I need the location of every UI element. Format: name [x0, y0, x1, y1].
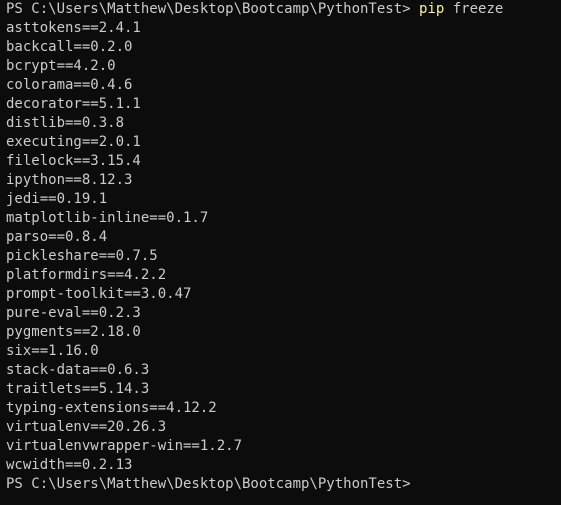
output-line: wcwidth==0.2.13 [6, 457, 133, 473]
output-line: six==1.16.0 [6, 343, 99, 359]
final-prompt-line[interactable]: PS C:\Users\Matthew\Desktop\Bootcamp\Pyt… [6, 475, 561, 494]
output-line: pygments==2.18.0 [6, 324, 141, 340]
output-line: filelock==3.15.4 [6, 153, 141, 169]
output-line: traitlets==5.14.3 [6, 381, 150, 397]
command-output: asttokens==2.4.1 backcall==0.2.0 bcrypt==4… [6, 19, 561, 475]
output-line: prompt-toolkit==3.0.47 [6, 286, 192, 302]
output-line: decorator==5.1.1 [6, 96, 141, 112]
output-line: virtualenvwrapper-win==1.2.7 [6, 438, 243, 454]
output-line: pickleshare==0.7.5 [6, 248, 158, 264]
command-name: pip [419, 1, 445, 17]
text-cursor [411, 475, 419, 490]
output-line: bcrypt==4.2.0 [6, 58, 116, 74]
output-line: parso==0.8.4 [6, 229, 108, 245]
output-line: platformdirs==4.2.2 [6, 267, 167, 283]
output-line: ipython==8.12.3 [6, 172, 133, 188]
command-args: freeze [444, 1, 504, 17]
final-prompt-text: PS C:\Users\Matthew\Desktop\Bootcamp\Pyt… [6, 476, 411, 492]
output-line: backcall==0.2.0 [6, 39, 133, 55]
output-line: typing-extensions==4.12.2 [6, 400, 217, 416]
command-line: PS C:\Users\Matthew\Desktop\Bootcamp\Pyt… [6, 0, 561, 19]
output-line: executing==2.0.1 [6, 134, 141, 150]
output-line: pure-eval==0.2.3 [6, 305, 141, 321]
output-line: distlib==0.3.8 [6, 115, 125, 131]
output-line: asttokens==2.4.1 [6, 20, 141, 36]
terminal-window[interactable]: PS C:\Users\Matthew\Desktop\Bootcamp\Pyt… [0, 0, 561, 505]
output-line: colorama==0.4.6 [6, 77, 133, 93]
output-line: stack-data==0.6.3 [6, 362, 150, 378]
output-line: jedi==0.19.1 [6, 191, 108, 207]
output-line: matplotlib-inline==0.1.7 [6, 210, 209, 226]
output-line: virtualenv==20.26.3 [6, 419, 167, 435]
prompt-text: PS C:\Users\Matthew\Desktop\Bootcamp\Pyt… [6, 1, 420, 17]
